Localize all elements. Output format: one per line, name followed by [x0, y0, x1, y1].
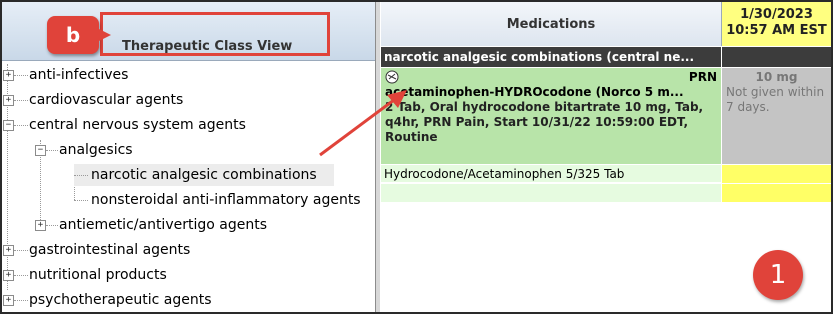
- callout-1: 1: [753, 250, 803, 300]
- annotation-arrow: [319, 90, 407, 157]
- medication-administration-window: Therapeutic Class View b + anti-infectiv…: [0, 0, 833, 314]
